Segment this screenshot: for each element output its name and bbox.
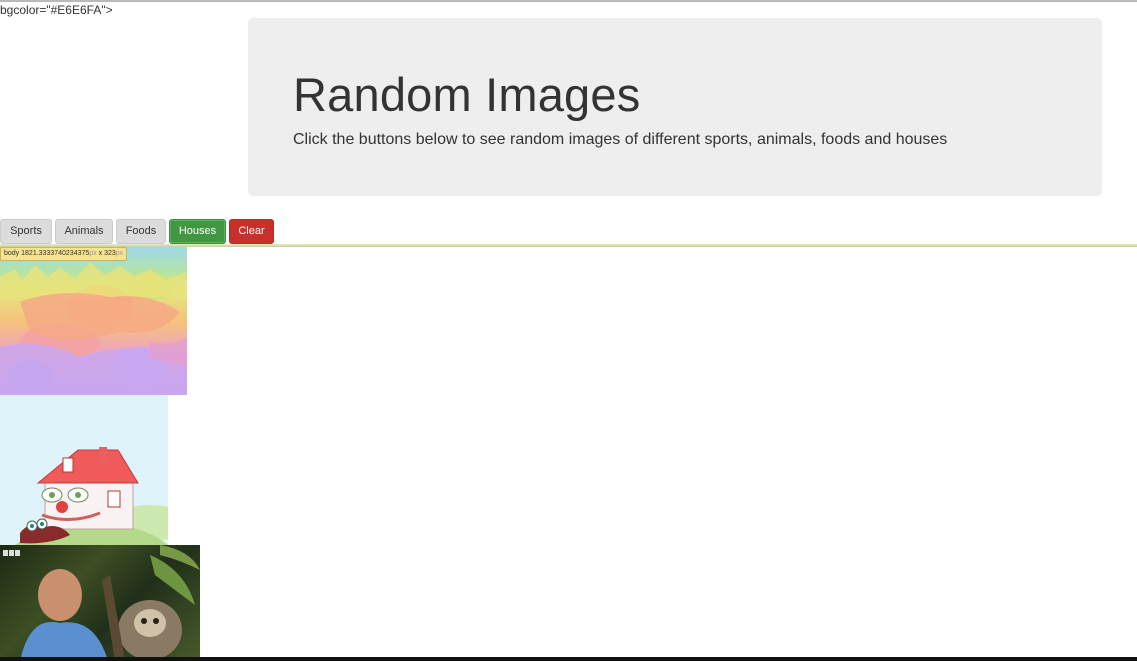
cartoon-house-gif-image [0, 395, 168, 545]
tooltip-tag: body [4, 250, 20, 257]
cartoon-house-art [15, 447, 168, 545]
houses-button[interactable]: Houses [169, 219, 226, 244]
abstract-gif-image [0, 247, 187, 395]
stray-markup-text: bgcolor="#E6E6FA"> [0, 3, 113, 17]
tooltip-unit-1: px [89, 250, 97, 257]
page-subtitle: Click the buttons below to see random im… [293, 131, 948, 148]
page-title: Random Images [293, 68, 641, 121]
animals-button[interactable]: Animals [55, 219, 113, 244]
jumbotron: Random Images Click the buttons below to… [248, 18, 1102, 196]
jungle-presenter-art [3, 545, 200, 661]
foods-button[interactable]: Foods [116, 219, 166, 244]
window-bottom-border [0, 657, 1137, 661]
window-top-border [0, 0, 1137, 2]
tooltip-width: 1821.3333740234375 [21, 250, 90, 257]
abstract-art [0, 262, 187, 395]
tooltip-separator: x [96, 250, 105, 257]
tooltip-unit-2: px [115, 250, 124, 257]
devtools-element-tooltip: body 1821.3333740234375px x 323px [0, 247, 128, 261]
jungle-presenter-gif-image [0, 545, 200, 661]
tooltip-height: 323 [104, 250, 116, 257]
clear-button[interactable]: Clear [229, 219, 274, 244]
sports-button[interactable]: Sports [0, 219, 52, 244]
